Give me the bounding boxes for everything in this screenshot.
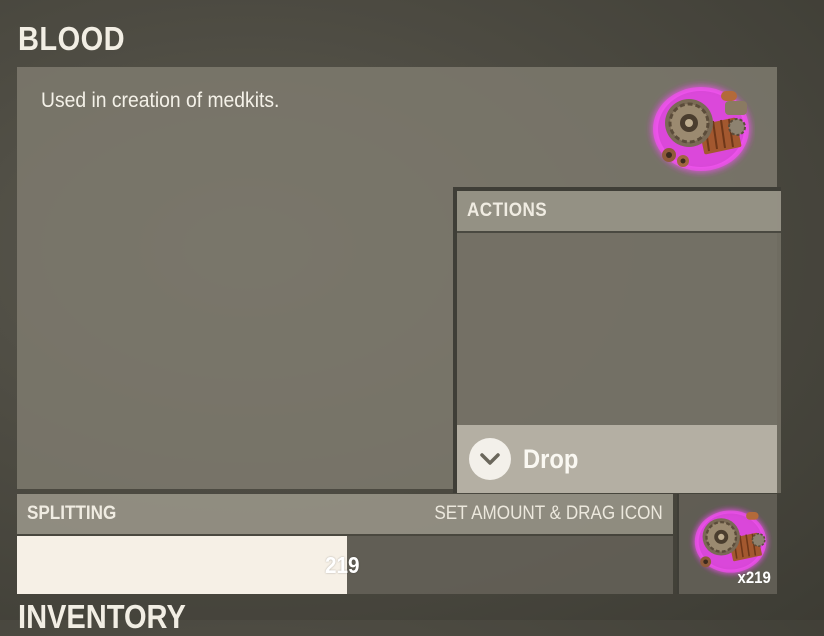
gears-scrap-icon: [653, 87, 749, 171]
splitting-title: SPLITTING: [27, 503, 117, 524]
drop-label: Drop: [523, 443, 579, 474]
splitting-panel: SPLITTING SET AMOUNT & DRAG ICON 219: [17, 494, 673, 594]
inventory-title: INVENTORY: [18, 598, 186, 635]
slot-count: x219: [737, 568, 771, 587]
actions-header-label: ACTIONS: [467, 200, 548, 221]
chevron-down-icon: [469, 438, 511, 480]
splitting-hint: SET AMOUNT & DRAG ICON: [434, 503, 663, 524]
split-amount-value: 219: [325, 552, 360, 578]
item-title: BLOOD: [18, 20, 126, 57]
splitting-header: SPLITTING SET AMOUNT & DRAG ICON: [17, 494, 673, 534]
actions-header: ACTIONS: [457, 191, 781, 233]
item-description: Used in creation of medkits.: [41, 89, 280, 112]
split-amount-slider[interactable]: 219: [17, 536, 673, 594]
split-drag-slot[interactable]: x219: [677, 494, 777, 594]
actions-panel: ACTIONS Drop: [453, 187, 781, 493]
split-amount-fill: [17, 536, 347, 594]
item-info-panel: Used in creation of medkits. ACTIONS Dro…: [17, 67, 781, 493]
drop-button[interactable]: Drop: [457, 425, 777, 493]
